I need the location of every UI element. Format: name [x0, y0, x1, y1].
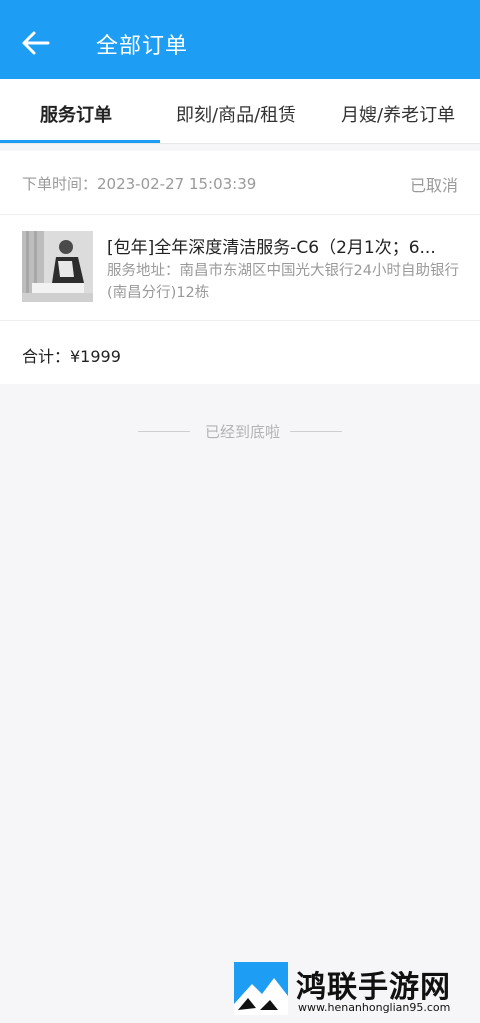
end-divider-left	[138, 431, 190, 432]
tab-nanny-elderly-orders[interactable]: 月嫂/养老订单	[341, 101, 455, 127]
top-app-bar: 全部订单	[0, 0, 480, 79]
watermark-url: www.henanhonglian95.com	[298, 1001, 451, 1014]
active-tab-indicator	[0, 140, 160, 143]
divider	[0, 214, 480, 215]
divider	[0, 320, 480, 321]
service-address: 服务地址：南昌市东湖区中国光大银行24小时自助银行(南昌分行)12栋	[107, 263, 459, 301]
order-card[interactable]: 下单时间：2023-02-27 15:03:39 已取消 [包年]全年深度清洁服…	[0, 151, 480, 384]
product-title: [包年]全年深度清洁服务-C6（2月1次；6...	[107, 238, 436, 258]
order-tabs: 服务订单 即刻/商品/租赁 月嫂/养老订单	[0, 79, 480, 144]
tab-service-orders[interactable]: 服务订单	[40, 101, 112, 127]
page-title: 全部订单	[96, 34, 189, 59]
tab-instant-goods-rental[interactable]: 即刻/商品/租赁	[176, 101, 296, 127]
end-of-list-text: 已经到底啦	[205, 423, 281, 441]
product-thumbnail[interactable]	[22, 231, 93, 302]
arrow-left-icon[interactable]	[20, 28, 54, 58]
order-total: 合计：¥1999	[22, 347, 121, 366]
end-divider-right	[290, 431, 342, 432]
watermark-text: 鸿联手游网	[296, 970, 451, 1005]
order-status: 已取消	[409, 176, 458, 195]
order-time: 下单时间：2023-02-27 15:03:39	[22, 175, 257, 193]
